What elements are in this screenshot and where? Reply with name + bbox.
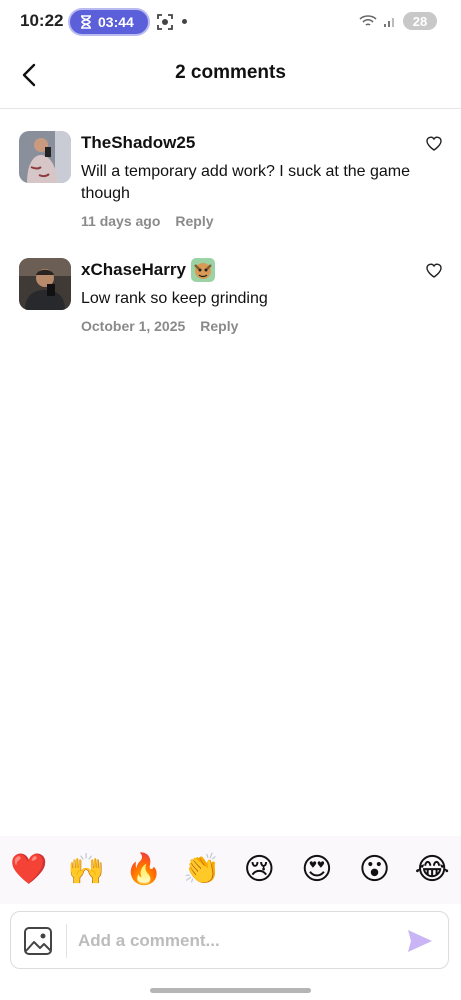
screen-record-icon [157,14,173,30]
like-heart-icon[interactable] [424,133,444,153]
composer-divider [66,924,67,958]
emoji-crying-button[interactable]: 😢 [239,855,279,885]
emoji-heart-eyes-button[interactable]: 😍 [297,855,337,885]
page-title: 2 comments [175,62,286,83]
comment-timestamp: October 1, 2025 [81,318,186,334]
comment-username[interactable]: TheShadow25 [81,131,414,155]
comment-item: TheShadow25 Will a temporary add work? I… [19,131,444,241]
user-badge-icon [190,258,215,282]
emoji-raised-hands-button[interactable]: 🙌 [66,855,106,885]
notification-dot [182,19,187,24]
image-upload-icon[interactable] [23,926,53,956]
comment-username[interactable]: xChaseHarry [81,258,414,282]
status-right: 28 [359,12,437,30]
battery-level: 28 [412,13,428,29]
like-heart-icon[interactable] [424,260,444,280]
comment-item: xChaseHarry Low rank so keep grinding Oc… [19,258,444,348]
emoji-quick-bar: ❤️ 🙌 🔥 👏 😢 😍 😮 😂 [0,836,461,904]
comment-text: Will a temporary add work? I suck at the… [81,163,411,202]
comment-composer [10,911,449,969]
timer-pill[interactable]: 03:44 [70,10,148,34]
emoji-clap-button[interactable]: 👏 [182,855,222,885]
send-icon[interactable] [406,927,434,955]
emoji-fire-button[interactable]: 🔥 [124,855,164,885]
comment-input[interactable] [76,922,400,960]
emoji-surprised-button[interactable]: 😮 [355,855,395,885]
emoji-heart-button[interactable]: ❤️ [9,855,49,885]
signal-icon [384,18,394,27]
timer-text: 03:44 [98,14,134,30]
home-indicator[interactable] [150,988,311,993]
battery-icon: 28 [403,12,437,30]
comment-text: Low rank so keep grinding [81,290,268,307]
avatar[interactable] [19,131,71,183]
header: 2 comments [0,44,461,109]
reply-button[interactable]: Reply [200,318,238,334]
avatar[interactable] [19,258,71,310]
emoji-laughing-button[interactable]: 😂 [412,855,452,885]
reply-button[interactable]: Reply [175,213,213,229]
status-bar: 10:22 03:44 28 [0,0,461,44]
username-text: xChaseHarry [81,260,186,279]
status-time: 10:22 [20,11,64,30]
hourglass-icon [81,15,91,29]
comment-timestamp: 11 days ago [81,213,161,229]
username-text: TheShadow25 [81,133,196,152]
wifi-icon [359,15,377,26]
